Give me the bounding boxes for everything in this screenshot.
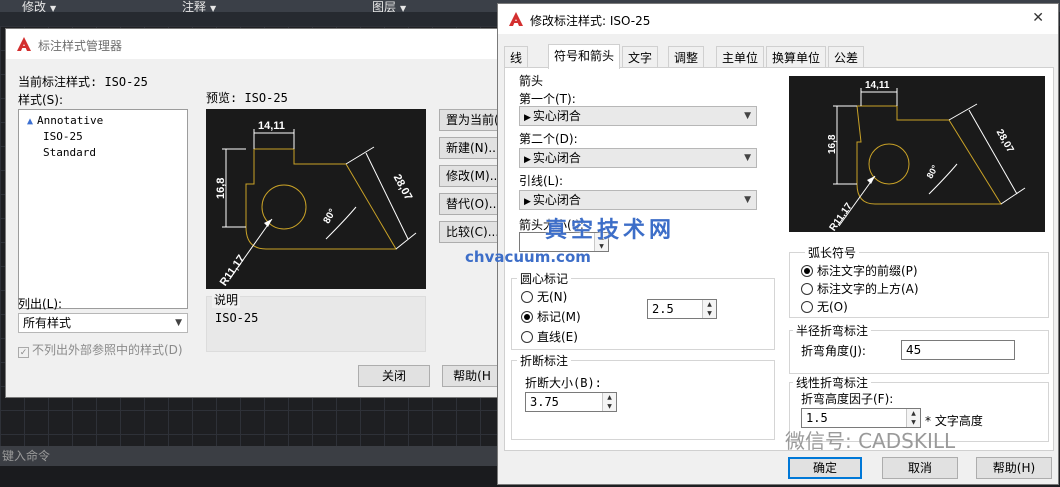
filled-arrow-icon: ▶ (524, 197, 531, 207)
arc-length-label: 弧长符号 (805, 244, 860, 261)
watermark-logo: 真空技术网 (545, 217, 676, 243)
description-value: ISO-25 (215, 311, 259, 325)
jog-angle-field[interactable]: 45 (901, 340, 1015, 360)
dimension-break-label: 折断标注 (517, 352, 572, 369)
list-label: 列出(L): (18, 297, 63, 311)
preview-dim-radius: R11,17 (828, 201, 855, 232)
preview-dim-diag: 28,07 (994, 128, 1016, 156)
break-size-field[interactable]: 3.75 ▲ ▼ (525, 392, 617, 412)
jog-height-factor-label: 折弯高度因子(F): (801, 392, 894, 406)
radius-jog-label: 半径折弯标注 (793, 322, 872, 339)
style-item-iso25[interactable]: ISO-25 (43, 130, 83, 143)
preview-dim-top: 14,11 (258, 120, 285, 132)
preview-dim-diag: 28,07 (391, 172, 415, 202)
command-line[interactable]: 键入命令 (0, 446, 500, 466)
tab-tolerances[interactable]: 公差 (828, 46, 865, 68)
ok-button[interactable]: 确定 (788, 457, 862, 479)
chevron-down-icon: ▼ (744, 111, 751, 121)
style-item-annotative[interactable]: ▲ Annotative (27, 114, 103, 127)
command-line-prompt: 键入命令 (2, 449, 51, 463)
tab-lines[interactable]: 线 (504, 46, 529, 68)
linear-jog-label: 线性折弯标注 (793, 374, 872, 391)
preview-drawing: 14,11 16,8 28,07 80° R11,17 (827, 80, 1026, 233)
jog-angle-label: 折弯角度(J): (801, 344, 866, 358)
current-style-label: 当前标注样式: ISO-25 (18, 75, 148, 89)
dimension-style-manager-dialog: 标注样式管理器 当前标注样式: ISO-25 样式(S): ▲ Annotativ… (5, 28, 505, 398)
center-mark-none-radio[interactable]: 无(N) (521, 288, 567, 305)
leader-arrow-label: 引线(L): (519, 174, 564, 188)
filled-arrow-icon: ▶ (524, 155, 531, 165)
dialog-title: 标注样式管理器 (38, 39, 123, 53)
tab-symbols-arrows[interactable]: 符号和箭头 (548, 44, 621, 69)
preview-drawing: 14,11 16,8 28,07 80° R11,17 (215, 120, 417, 288)
wechat-watermark: 微信号: CADSKILL (785, 429, 956, 453)
close-icon[interactable]: ✕ (1032, 10, 1044, 26)
checkbox-check-icon: ✓ (18, 347, 29, 358)
preview-dim-left: 16,8 (827, 134, 838, 154)
arc-above-radio[interactable]: 标注文字的上方(A) (801, 280, 919, 297)
first-arrow-select[interactable]: ▶ 实心闭合 ▼ (519, 106, 757, 126)
chevron-down-icon: ▼ (175, 318, 182, 328)
new-style-button[interactable]: 新建(N)... (439, 137, 501, 159)
styles-label: 样式(S): (18, 93, 64, 107)
override-style-button[interactable]: 替代(O)... (439, 193, 501, 215)
arc-prefix-radio[interactable]: 标注文字的前缀(P) (801, 262, 918, 279)
preview-dim-left: 16,8 (215, 178, 227, 199)
dialog-titlebar: 修改标注样式: ISO-25 ✕ (498, 4, 1058, 34)
status-area (0, 466, 500, 487)
autocad-logo-icon (509, 12, 523, 26)
autocad-logo-icon (17, 37, 31, 51)
second-arrow-select[interactable]: ▶ 实心闭合 ▼ (519, 148, 757, 168)
modify-dimension-style-dialog: 修改标注样式: ISO-25 ✕ 线 符号和箭头 文字 调整 主单位 换算单位 … (497, 3, 1059, 485)
preview-dim-angle: 80° (322, 207, 339, 226)
close-button[interactable]: 关闭 (358, 365, 430, 387)
first-arrow-label: 第一个(T): (519, 92, 576, 106)
center-marks-label: 圆心标记 (517, 270, 572, 287)
leader-arrow-select[interactable]: ▶ 实心闭合 ▼ (519, 190, 757, 210)
preview-dim-radius: R11,17 (218, 253, 248, 288)
break-size-spinner[interactable]: ▲ ▼ (602, 393, 616, 411)
tab-fit[interactable]: 调整 (668, 46, 705, 68)
break-size-label: 折断大小(B): (525, 376, 602, 390)
center-mark-mark-radio[interactable]: 标记(M) (521, 308, 581, 325)
tab-text[interactable]: 文字 (622, 46, 659, 68)
dialog-titlebar: 标注样式管理器 (6, 29, 504, 59)
center-mark-size-spinner[interactable]: ▲ ▼ (702, 300, 716, 318)
set-current-button[interactable]: 置为当前( (439, 109, 501, 131)
tab-alternate-units[interactable]: 换算单位 (766, 46, 827, 68)
modify-style-button[interactable]: 修改(M)... (439, 165, 501, 187)
arc-none-radio[interactable]: 无(O) (801, 298, 848, 315)
watermark-url: chvacuum.com (465, 248, 591, 266)
preview-label: 预览: ISO-25 (206, 91, 288, 105)
exclude-xref-checkbox[interactable]: ✓ 不列出外部参照中的样式(D) (18, 341, 183, 358)
annotative-icon: ▲ (27, 116, 34, 127)
filled-arrow-icon: ▶ (524, 113, 531, 123)
description-label: 说明 (212, 291, 241, 308)
compare-style-button[interactable]: 比较(C)... (439, 221, 501, 243)
modify-style-preview: 14,11 16,8 28,07 80° R11,17 (789, 76, 1045, 233)
style-list[interactable]: ▲ Annotative ISO-25 Standard (18, 109, 188, 309)
chevron-down-icon: ▼ (744, 153, 751, 163)
center-mark-line-radio[interactable]: 直线(E) (521, 328, 578, 345)
dialog-title: 修改标注样式: ISO-25 (530, 14, 651, 28)
arrows-group-label: 箭头 (519, 74, 544, 88)
chevron-down-icon: ▼ (744, 195, 751, 205)
help-button[interactable]: 帮助(H) (976, 457, 1052, 479)
style-preview: 14,11 16,8 28,07 80° R11,17 (206, 109, 426, 289)
list-filter-select[interactable]: 所有样式 ▼ (18, 313, 188, 333)
cancel-button[interactable]: 取消 (882, 457, 958, 479)
preview-dim-top: 14,11 (865, 80, 890, 91)
preview-dim-angle: 80° (925, 163, 941, 180)
style-item-standard[interactable]: Standard (43, 146, 96, 159)
tab-primary-units[interactable]: 主单位 (716, 46, 765, 68)
second-arrow-label: 第二个(D): (519, 132, 578, 146)
help-button[interactable]: 帮助(H (442, 365, 502, 387)
center-mark-size-field[interactable]: 2.5 ▲ ▼ (647, 299, 717, 319)
